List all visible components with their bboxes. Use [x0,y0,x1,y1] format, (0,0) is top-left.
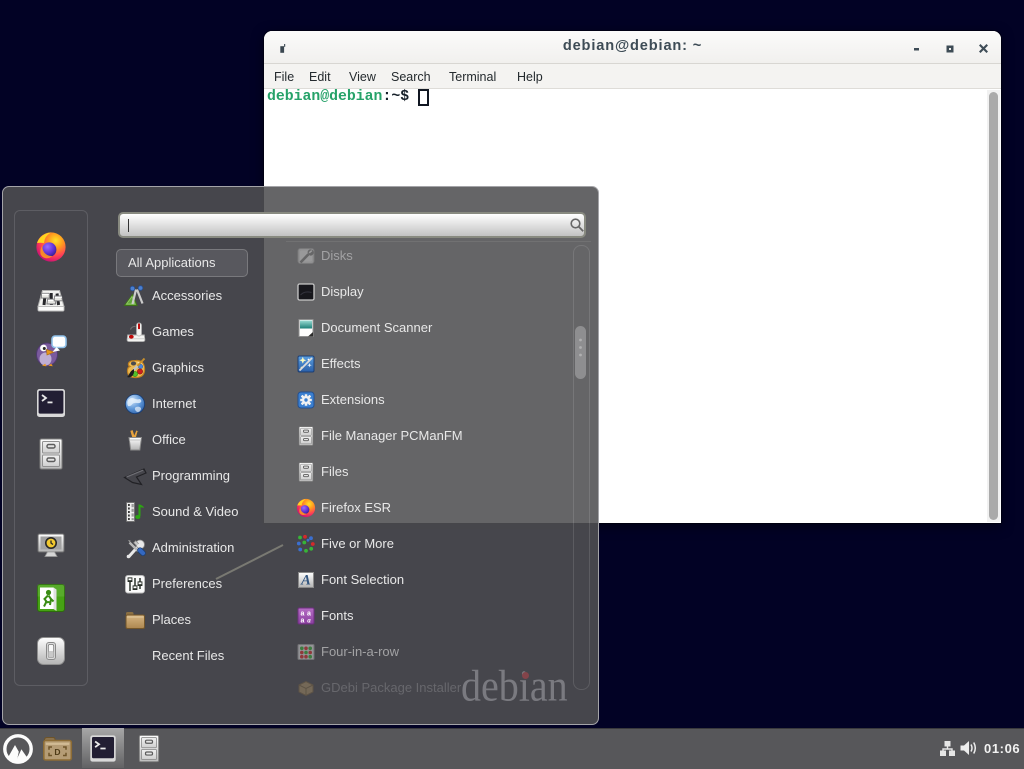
svg-text:a: a [307,617,311,625]
svg-text:A: A [300,573,311,589]
svg-text:D: D [54,747,60,757]
svg-text:a: a [301,611,305,618]
svg-text:a: a [301,618,305,625]
